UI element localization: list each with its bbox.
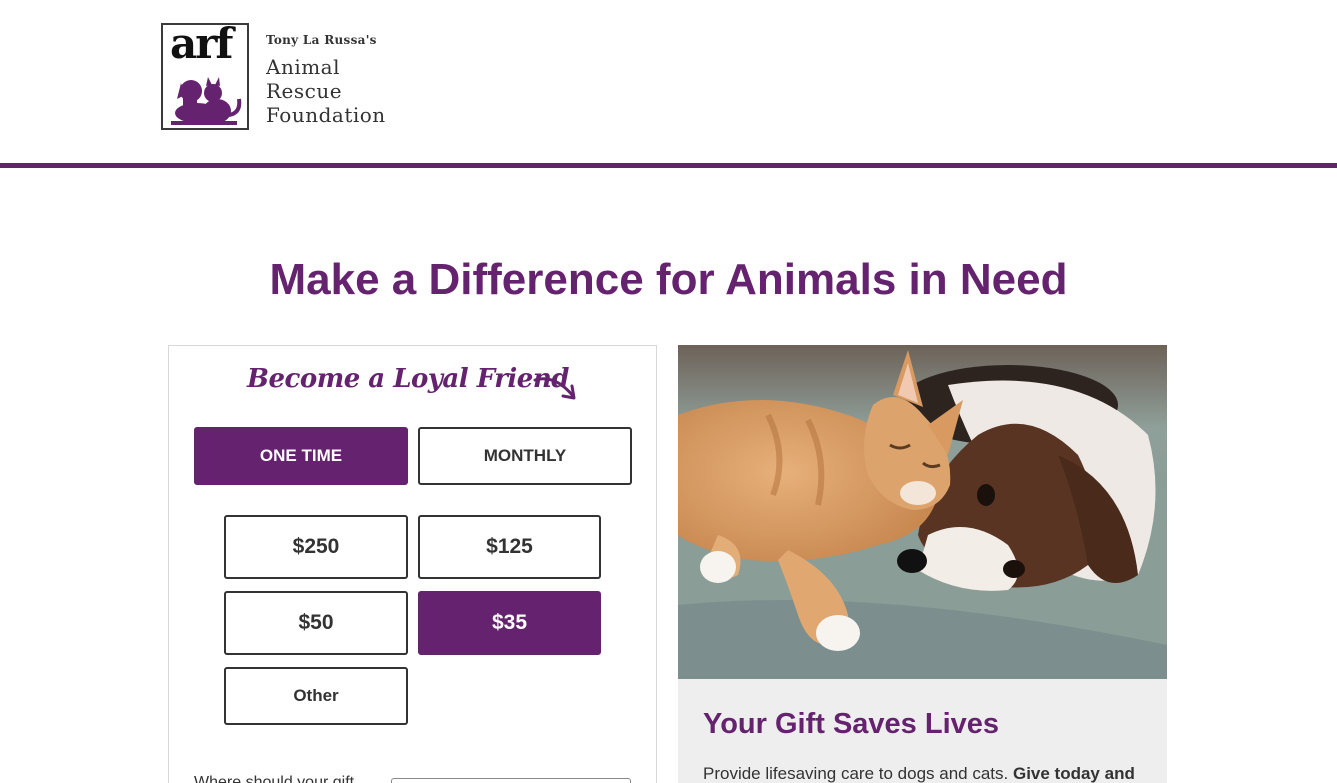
info-title: Your Gift Saves Lives xyxy=(703,708,1000,740)
logo-line-1: Animal xyxy=(266,55,341,79)
arf-logo-mark: arf xyxy=(161,23,249,130)
gift-info-panel: Your Gift Saves Lives Provide lifesaving… xyxy=(678,679,1167,783)
amount-35-button[interactable]: $35 xyxy=(418,591,601,655)
amount-50-button[interactable]: $50 xyxy=(224,591,408,655)
cat-and-dog-silhouette-icon xyxy=(171,77,242,125)
info-body-text: Provide lifesaving care to dogs and cats… xyxy=(703,764,1009,783)
info-body-bold: Give today and xyxy=(1012,764,1135,783)
logo-line-3: Foundation xyxy=(266,103,386,127)
site-header: arf Tony La Russa's Animal Rescue Founda… xyxy=(0,0,1337,168)
info-body: Provide lifesaving care to dogs and cats… xyxy=(703,764,1135,783)
amount-125-button[interactable]: $125 xyxy=(418,515,601,579)
monthly-button[interactable]: MONTHLY xyxy=(418,427,632,485)
hero-photo xyxy=(678,345,1167,679)
amount-other-button[interactable]: Other xyxy=(224,667,408,725)
arrow-icon xyxy=(533,377,576,400)
cat-and-dog-photo-icon xyxy=(678,345,1167,679)
page-title: Make a Difference for Animals in Need xyxy=(269,255,1068,304)
designation-select[interactable] xyxy=(391,778,631,783)
amount-250-button[interactable]: $250 xyxy=(224,515,408,579)
donation-form: Become a Loyal Friend ONE TIME MONTHLY $… xyxy=(168,345,657,783)
one-time-button[interactable]: ONE TIME xyxy=(194,427,408,485)
designation-label: Where should your gift xyxy=(194,774,355,783)
logo-small-text: Tony La Russa's xyxy=(266,33,377,47)
logo-mark-text: arf xyxy=(170,23,233,68)
arf-logo[interactable]: arf Tony La Russa's Animal Rescue Founda… xyxy=(161,23,386,130)
logo-wordmark: Tony La Russa's Animal Rescue Foundation xyxy=(266,33,386,127)
form-tagline: Become a Loyal Friend xyxy=(247,364,569,394)
logo-line-2: Rescue xyxy=(266,79,343,103)
